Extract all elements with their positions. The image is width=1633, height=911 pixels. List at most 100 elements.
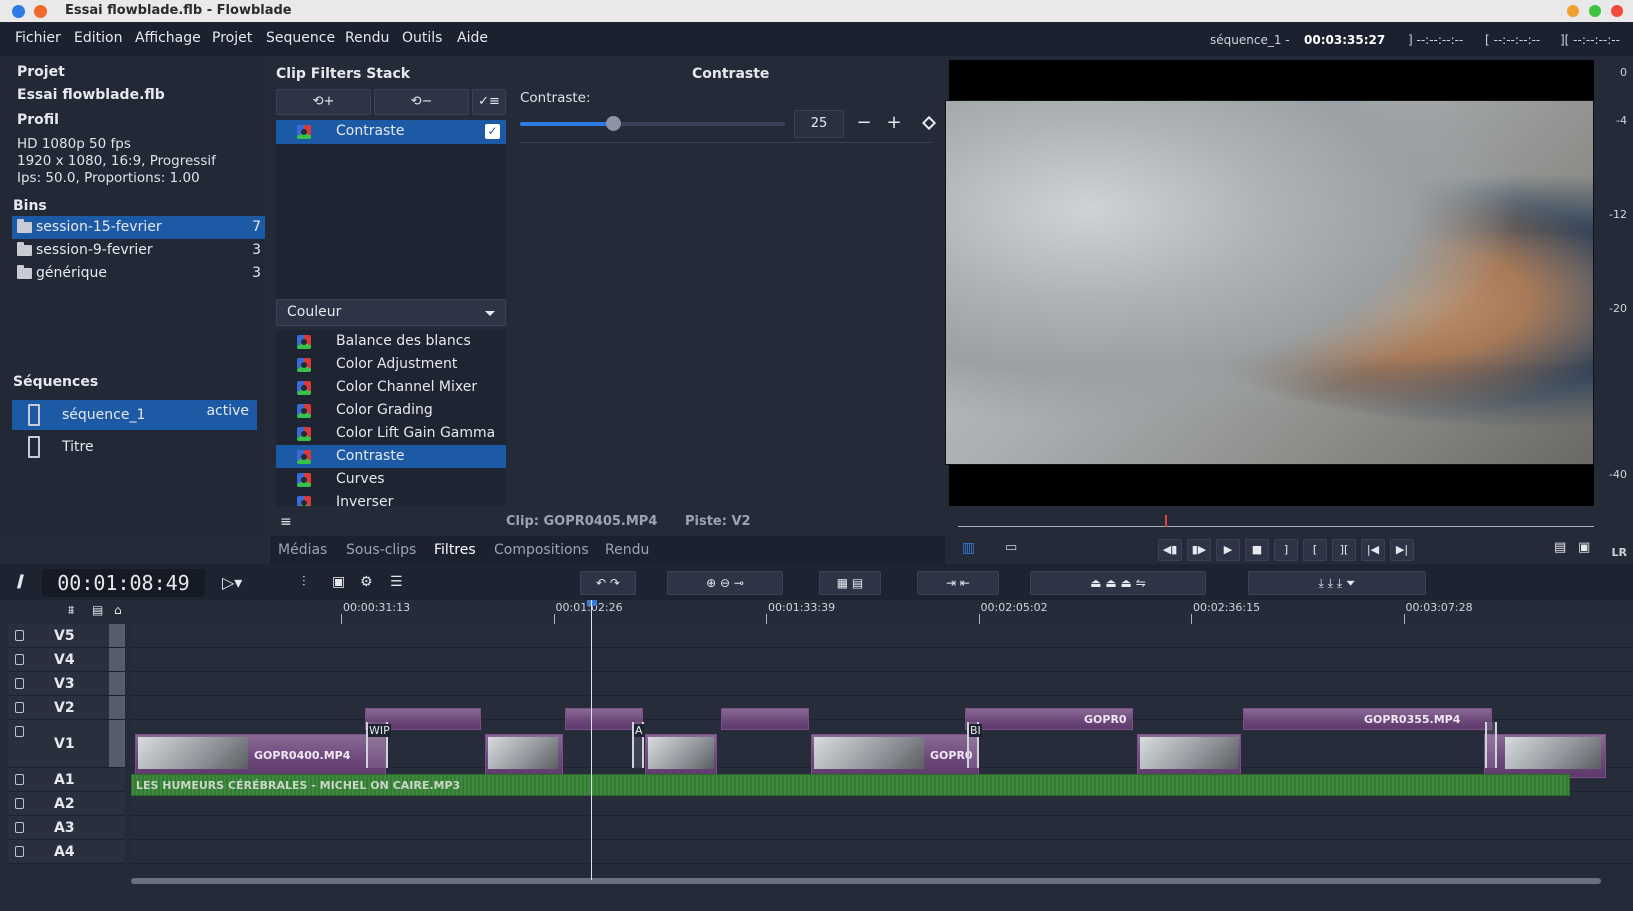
speaker-icon[interactable] <box>15 798 24 809</box>
sync-group[interactable]: ⊕ ⊖ ⊸ <box>667 571 783 595</box>
position-bar[interactable] <box>958 517 1594 527</box>
mark-out-button[interactable]: [ <box>1303 539 1327 561</box>
track-header-v1[interactable]: V1 <box>8 720 125 768</box>
compositor[interactable]: WIP <box>366 722 391 768</box>
sync-add-icon[interactable]: ⊕ <box>706 576 716 590</box>
track-header-v3[interactable]: V3 <box>8 672 125 696</box>
menu-edition[interactable]: Edition <box>74 30 122 46</box>
mixer-icon[interactable]: ⫶ <box>302 574 306 590</box>
undo-icon[interactable]: ↶ <box>596 576 606 590</box>
redo-icon[interactable]: ↷ <box>610 576 620 590</box>
mark-in-button[interactable]: ] <box>1274 539 1298 561</box>
track-header-a2[interactable]: A2 <box>8 792 125 816</box>
go-end-button[interactable]: ▶| <box>1390 539 1414 561</box>
decrement-button[interactable]: − <box>850 110 878 138</box>
playhead-handle[interactable] <box>587 600 597 606</box>
track-header-a3[interactable]: A3 <box>8 816 125 840</box>
speaker-icon[interactable] <box>15 846 24 857</box>
audio-clip[interactable]: LES HUMEURS CÉRÉBRALES - MICHEL ON CAIRE… <box>131 774 1570 796</box>
track-lane[interactable] <box>131 840 1633 864</box>
v2-clip[interactable]: GOPR0355.MP4 <box>1243 708 1492 730</box>
track-header-a1[interactable]: A1 <box>8 768 125 792</box>
menu-sequence[interactable]: Sequence <box>266 30 335 46</box>
menu-projet[interactable]: Projet <box>212 30 252 46</box>
tab-compositions[interactable]: Compositions <box>494 542 589 558</box>
speaker-icon[interactable] <box>15 822 24 833</box>
timeline-scrollbar[interactable] <box>131 878 1601 884</box>
filter-list-item[interactable]: Color Adjustment <box>276 353 506 376</box>
minimize-icon[interactable] <box>1567 5 1579 17</box>
filter-toggle-all-button[interactable]: ✓≡ <box>472 89 506 115</box>
cut-icon[interactable]: ⏏ <box>1121 576 1132 590</box>
minimize-window-icon[interactable] <box>34 5 47 18</box>
filter-enabled-checkbox[interactable]: ✓ <box>485 124 500 139</box>
video-clip[interactable] <box>1137 734 1241 778</box>
monitor-icon[interactable]: ▣ <box>1578 540 1590 555</box>
speaker-icon[interactable] <box>15 630 24 641</box>
speaker-icon[interactable] <box>15 702 24 713</box>
tab-medias[interactable]: Médias <box>278 542 327 558</box>
tab-rendu[interactable]: Rendu <box>605 542 649 558</box>
undo-redo-group[interactable]: ↶ ↷ <box>580 571 636 595</box>
go-start-button[interactable]: |◀ <box>1361 539 1385 561</box>
video-clip[interactable] <box>485 734 563 778</box>
close-icon[interactable] <box>1611 5 1623 17</box>
prev-frame-button[interactable]: ◀▮ <box>1158 539 1182 561</box>
compositor[interactable]: BI <box>967 722 982 768</box>
zoom-group[interactable]: ▦ ▤ <box>819 571 881 595</box>
v2-clip[interactable]: GOPR0 <box>965 708 1133 730</box>
next-frame-button[interactable]: ▮▶ <box>1187 539 1211 561</box>
resync-icon[interactable]: ⇋ <box>1136 576 1146 590</box>
timeline-ruler[interactable]: 00:00:31:13 00:01:02:26 00:01:33:39 00:02:0… <box>131 600 1633 624</box>
filter-list-item[interactable]: Color Channel Mixer <box>276 376 506 399</box>
track-header-v4[interactable]: V4 <box>8 648 125 672</box>
menu-rendu[interactable]: Rendu <box>345 30 389 46</box>
pointer-tool-icon[interactable]: ▷▾ <box>222 573 242 592</box>
overwrite-icon[interactable]: ⇤ <box>960 576 970 590</box>
filter-list-item[interactable]: Color Lift Gain Gamma <box>276 422 506 445</box>
bin-item[interactable]: générique 3 <box>12 262 265 285</box>
timeline-timecode[interactable]: 00:01:08:49 <box>42 569 205 597</box>
lift-group[interactable]: ⏏ ⏏ ⏏ ⇋ <box>1030 571 1206 595</box>
track-lane[interactable] <box>131 672 1633 696</box>
view-mode-icon[interactable]: ▭ <box>1005 540 1017 555</box>
ripple-icon[interactable]: ⏏ <box>1105 576 1116 590</box>
filter-list-item[interactable]: Curves <box>276 468 506 491</box>
sync-remove-icon[interactable]: ⊖ <box>720 576 730 590</box>
layout-icon[interactable]: ▤ <box>1554 540 1566 555</box>
speaker-icon[interactable] <box>15 678 24 689</box>
insert-clip-icon[interactable]: ⤓ <box>1328 576 1333 590</box>
compositors-icon[interactable]: ⩩ <box>68 603 74 618</box>
titler-icon[interactable]: ▣ <box>332 574 345 590</box>
speaker-icon[interactable] <box>15 774 24 785</box>
video-clip[interactable] <box>645 734 717 778</box>
playhead[interactable] <box>591 600 592 880</box>
play-button[interactable]: ▶ <box>1216 539 1240 561</box>
remove-filter-button[interactable]: ⟲− <box>374 89 469 115</box>
render-queue-icon[interactable]: ☰ <box>390 574 403 590</box>
track-height-icon[interactable]: ▤ <box>92 603 103 617</box>
maximize-icon[interactable] <box>1589 5 1601 17</box>
track-lane[interactable] <box>131 816 1633 840</box>
track-lane[interactable] <box>131 648 1633 672</box>
hamburger-icon[interactable]: ≡ <box>280 514 292 530</box>
clear-marks-button[interactable]: ][ <box>1332 539 1356 561</box>
trim-view-icon[interactable]: ▥ <box>962 540 975 556</box>
stack-filter-item[interactable]: Contraste ✓ <box>276 120 506 144</box>
filter-list-item[interactable]: Contraste <box>276 445 506 468</box>
compositor[interactable] <box>1485 722 1497 768</box>
speaker-icon[interactable] <box>15 726 24 737</box>
lift-icon[interactable]: ⏏ <box>1090 576 1101 590</box>
add-filter-button[interactable]: ⟲+ <box>276 89 371 115</box>
contrast-value-spin[interactable]: 25 <box>794 110 844 138</box>
insert-icon[interactable]: ⇥ <box>946 576 956 590</box>
edit-tool-icon[interactable]: 𝐈 <box>16 572 22 593</box>
v2-clip[interactable] <box>721 708 809 730</box>
track-header-a4[interactable]: A4 <box>8 840 125 864</box>
bin-item[interactable]: session-15-fevrier 7 <box>12 216 265 239</box>
filter-list-item[interactable]: Balance des blancs <box>276 330 506 353</box>
compositor[interactable]: A <box>632 722 644 768</box>
close-window-icon[interactable] <box>12 5 25 18</box>
speaker-icon[interactable] <box>15 654 24 665</box>
sync-split-icon[interactable]: ⊸ <box>734 576 744 590</box>
